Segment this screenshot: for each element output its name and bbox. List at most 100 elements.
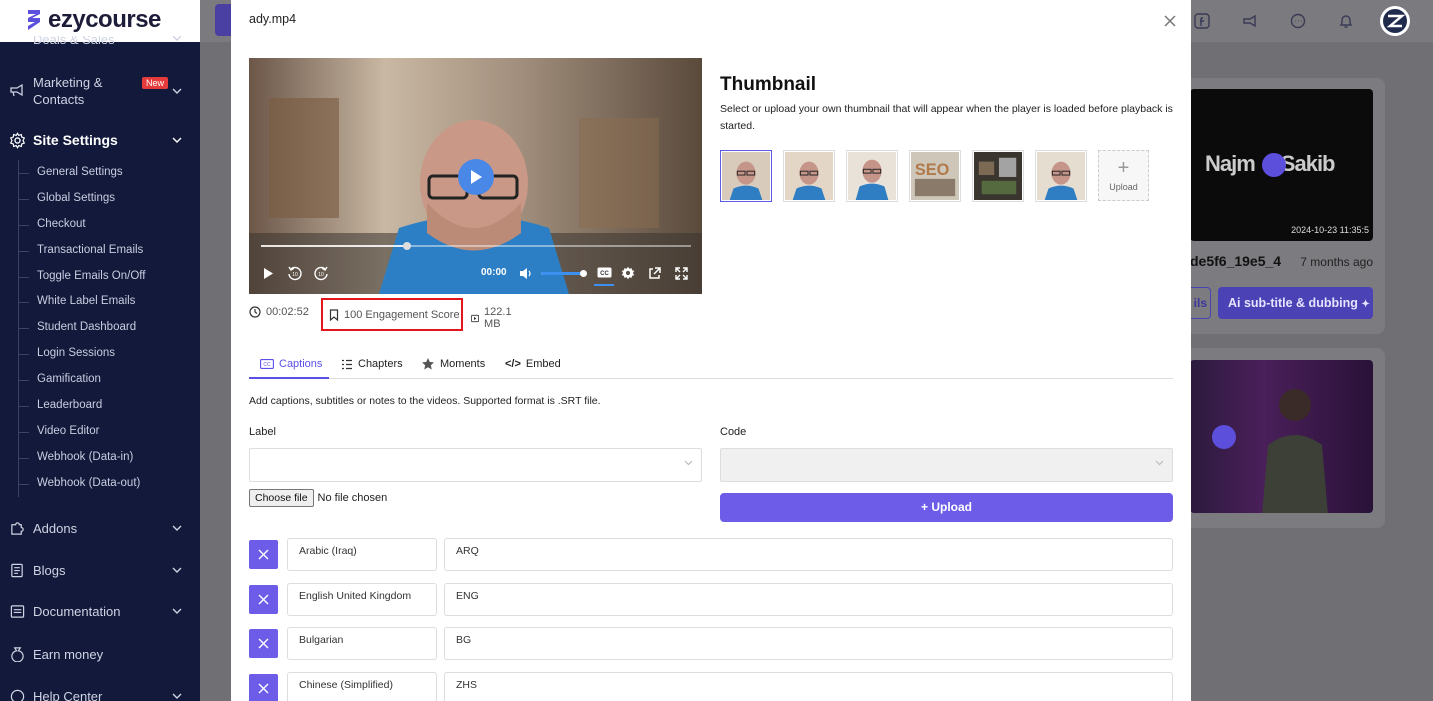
sidebar-item-documentation[interactable]: Documentation xyxy=(8,601,192,621)
sidebar-item-deals-sales[interactable]: Deals & Sales xyxy=(8,36,192,50)
caption-code-field[interactable]: BG xyxy=(444,627,1173,660)
caption-language-field[interactable]: Bulgarian xyxy=(287,627,437,660)
forward-10-icon[interactable]: 10 xyxy=(311,262,331,284)
thumbnail-option[interactable] xyxy=(846,150,898,202)
thumbnail-option[interactable] xyxy=(720,150,772,202)
file-size-value: 122.1 MB xyxy=(484,306,512,330)
volume-fill xyxy=(541,272,583,275)
details-button[interactable]: ils xyxy=(1190,287,1211,319)
thumbnail-option[interactable]: SEO xyxy=(909,150,961,202)
sidebar-item-earn-money[interactable]: Earn money xyxy=(8,644,192,664)
caption-language-field[interactable]: Chinese (Simplified) xyxy=(287,671,437,701)
video-player[interactable]: 10 10 00:00 CC xyxy=(249,58,702,294)
caption-row: Arabic (Iraq) ARQ xyxy=(249,538,1173,583)
choose-file-button[interactable]: Choose file xyxy=(249,489,314,507)
svg-text:10: 10 xyxy=(318,272,324,278)
submenu-item-global-settings[interactable]: Global Settings xyxy=(19,186,145,212)
play-icon[interactable] xyxy=(1262,153,1286,177)
upload-caption-button[interactable]: + Upload xyxy=(720,493,1173,522)
facebook-icon[interactable] xyxy=(1188,7,1216,35)
submenu-item-login-sessions[interactable]: Login Sessions xyxy=(19,341,145,367)
user-avatar[interactable] xyxy=(1380,6,1410,36)
caption-code-field[interactable]: ARQ xyxy=(444,538,1173,571)
play-icon[interactable] xyxy=(258,262,278,284)
thumbnail-option[interactable] xyxy=(783,150,835,202)
submenu-item-webhook-data-out[interactable]: Webhook (Data-out) xyxy=(19,471,145,497)
tab-captions-label: Captions xyxy=(279,357,323,370)
book-icon xyxy=(8,602,26,620)
gear-icon xyxy=(8,131,26,149)
tab-embed[interactable]: </> Embed xyxy=(505,350,561,378)
video-card[interactable] xyxy=(1175,348,1385,528)
brand-logo[interactable]: ezycourse xyxy=(26,6,161,34)
label-select[interactable] xyxy=(249,448,702,482)
sidebar-item-site-settings[interactable]: Site Settings xyxy=(8,130,192,150)
submenu-item-leaderboard[interactable]: Leaderboard xyxy=(19,393,145,419)
submenu-item-video-editor[interactable]: Video Editor xyxy=(19,419,145,445)
submenu-item-webhook-data-in[interactable]: Webhook (Data-in) xyxy=(19,445,145,471)
thumbnail-upload-button[interactable]: + Upload xyxy=(1098,150,1149,201)
clock-icon xyxy=(249,306,261,318)
video-details-modal: ady.mp4 10 10 00:00 CC 00:02:52 100 Enga… xyxy=(231,0,1191,701)
sidebar-item-addons[interactable]: Addons xyxy=(8,518,192,538)
code-select[interactable] xyxy=(720,448,1173,482)
video-progress-bar[interactable] xyxy=(261,242,691,250)
remove-caption-button[interactable] xyxy=(249,540,278,569)
volume-knob[interactable] xyxy=(579,270,587,277)
captions-icon[interactable]: CC xyxy=(594,262,614,284)
external-link-icon[interactable] xyxy=(644,262,664,284)
submenu-item-transactional-emails[interactable]: Transactional Emails xyxy=(19,238,145,264)
submenu-item-checkout[interactable]: Checkout xyxy=(19,212,145,238)
remove-caption-button[interactable] xyxy=(249,673,278,701)
svg-text:CC: CC xyxy=(600,271,609,277)
bookmark-icon xyxy=(329,308,339,321)
ai-subtitle-dubbing-label: Ai sub-title & dubbing xyxy=(1228,296,1358,310)
file-size: 122.1 MB xyxy=(471,306,516,330)
megaphone-icon[interactable] xyxy=(1236,7,1264,35)
chat-icon[interactable] xyxy=(1284,7,1312,35)
chevron-down-icon xyxy=(684,460,693,466)
rewind-10-icon[interactable]: 10 xyxy=(285,262,305,284)
submenu-item-toggle-emails[interactable]: Toggle Emails On/Off xyxy=(19,264,145,290)
label-field-label: Label xyxy=(249,426,276,438)
caption-language-field[interactable]: English United Kingdom xyxy=(287,582,437,616)
caption-row: Chinese (Simplified) ZHS xyxy=(249,671,1173,701)
bell-icon[interactable] xyxy=(1332,7,1360,35)
fullscreen-icon[interactable] xyxy=(671,262,691,284)
document-icon xyxy=(8,561,26,579)
submenu-item-general-settings[interactable]: General Settings xyxy=(19,160,145,186)
video-card-title[interactable]: de5f6_19e5_4 xyxy=(1190,253,1281,269)
submenu-item-white-label-emails[interactable]: White Label Emails xyxy=(19,289,145,315)
submenu-item-student-dashboard[interactable]: Student Dashboard xyxy=(19,315,145,341)
remove-caption-button[interactable] xyxy=(249,629,278,658)
video-card-preview[interactable] xyxy=(1190,360,1373,513)
remove-caption-button[interactable] xyxy=(249,584,278,614)
video-card-preview[interactable]: Najm Sakib 2024-10-23 11:35:5 xyxy=(1190,89,1373,241)
tab-moments[interactable]: Moments xyxy=(421,350,485,378)
close-icon[interactable] xyxy=(1161,12,1179,30)
caption-code-field[interactable]: ENG xyxy=(444,582,1173,616)
thumbnail-option[interactable] xyxy=(1035,150,1087,202)
captions-active-indicator xyxy=(594,284,614,286)
current-time: 00:00 xyxy=(481,267,507,278)
sparkle-icon: ✦ xyxy=(1361,299,1370,310)
tab-captions[interactable]: CC Captions xyxy=(249,350,329,379)
volume-icon[interactable] xyxy=(516,262,536,284)
submenu-item-gamification[interactable]: Gamification xyxy=(19,367,145,393)
thumbnail-option[interactable] xyxy=(972,150,1024,202)
sidebar-item-help-center[interactable]: Help Center xyxy=(8,686,192,701)
ai-subtitle-dubbing-button[interactable]: Ai sub-title & dubbing ✦ xyxy=(1218,287,1373,319)
play-icon[interactable] xyxy=(1212,425,1236,449)
sidebar-item-blogs[interactable]: Blogs xyxy=(8,560,192,580)
tab-chapters[interactable]: Chapters xyxy=(341,350,403,378)
caption-language-field[interactable]: Arabic (Iraq) xyxy=(287,538,437,571)
money-bag-icon xyxy=(8,645,26,663)
volume-slider[interactable] xyxy=(541,270,587,277)
play-button[interactable] xyxy=(458,159,494,195)
srt-file-input: Choose file No file chosen xyxy=(249,489,387,507)
tab-chapters-label: Chapters xyxy=(358,358,403,370)
gear-icon[interactable] xyxy=(618,262,638,284)
duration-value: 00:02:52 xyxy=(266,306,309,318)
video-card[interactable]: Najm Sakib 2024-10-23 11:35:5 de5f6_19e5_… xyxy=(1175,78,1385,334)
caption-code-field[interactable]: ZHS xyxy=(444,671,1173,701)
